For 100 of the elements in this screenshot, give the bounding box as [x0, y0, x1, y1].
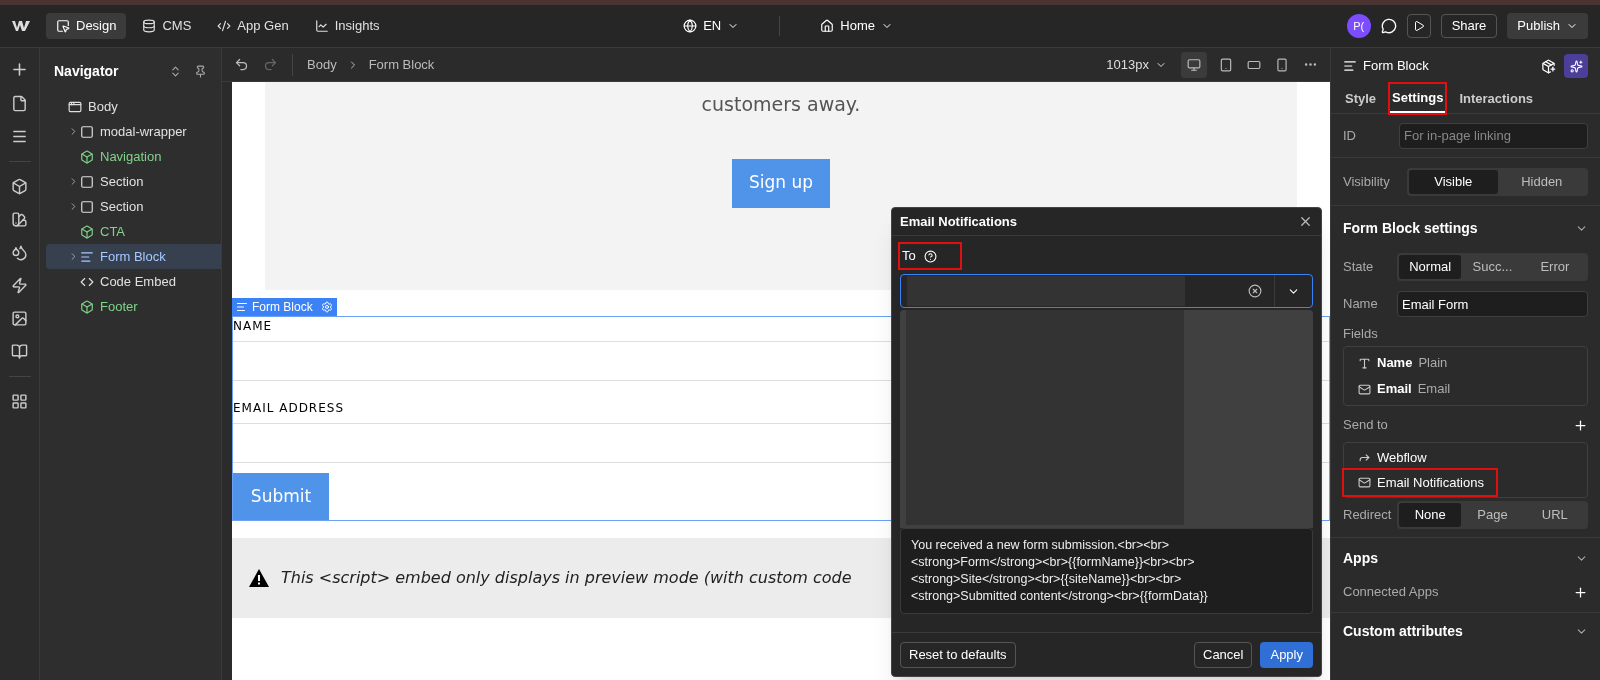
- breadcrumb-item[interactable]: Form Block: [368, 54, 435, 75]
- settings-icon[interactable]: [320, 301, 333, 313]
- layer-icon: [68, 99, 82, 114]
- id-input[interactable]: For in-page linking: [1399, 122, 1588, 149]
- destination-icon: [1358, 451, 1371, 464]
- navigator-item[interactable]: modal-wrapper: [46, 119, 221, 144]
- navigator-item[interactable]: Body: [46, 94, 221, 119]
- navigator-item[interactable]: Section: [46, 169, 221, 194]
- destination-icon: [1358, 476, 1371, 489]
- home-icon: [820, 19, 835, 33]
- undo-icon[interactable]: [234, 57, 249, 72]
- warning-icon: [249, 569, 269, 587]
- publish-button[interactable]: Publish: [1507, 13, 1588, 39]
- panel-tab[interactable]: Interactions: [1457, 84, 1536, 113]
- layer-icon: [80, 174, 94, 189]
- panel-tab[interactable]: Style: [1343, 84, 1379, 113]
- section-title: Custom attributes: [1343, 621, 1463, 641]
- component-icon[interactable]: [1541, 58, 1556, 74]
- name-input[interactable]: Email Form: [1397, 291, 1588, 317]
- monitor-icon: [1187, 57, 1201, 72]
- mode-tab[interactable]: CMS: [132, 13, 202, 39]
- segment-option[interactable]: Visible: [1409, 169, 1498, 194]
- book-icon[interactable]: [11, 343, 28, 360]
- field-type-icon: [1358, 356, 1371, 370]
- layer-icon: [80, 224, 94, 239]
- preview-button[interactable]: [1406, 14, 1431, 38]
- droplets-icon[interactable]: [11, 244, 28, 261]
- pin-icon[interactable]: [194, 64, 207, 78]
- form-icon: [236, 301, 248, 313]
- redo-icon[interactable]: [263, 57, 278, 72]
- navigator-icon[interactable]: [11, 128, 28, 145]
- cancel-button[interactable]: Cancel: [1194, 641, 1253, 668]
- segment-option[interactable]: Hidden: [1497, 169, 1586, 194]
- lightning-icon[interactable]: [11, 277, 28, 294]
- form-field-item[interactable]: Name Plain: [1344, 350, 1587, 376]
- dialog-title: Email Notifications: [900, 212, 1018, 231]
- segment-option[interactable]: Succ...: [1461, 255, 1524, 279]
- navigator-item[interactable]: Form Block: [46, 244, 221, 269]
- apply-button[interactable]: Apply: [1260, 641, 1313, 668]
- destination-item[interactable]: Webflow: [1344, 445, 1439, 470]
- mode-tab[interactable]: App Gen: [207, 13, 299, 39]
- navigator-item[interactable]: Code Embed: [46, 269, 221, 294]
- help-icon[interactable]: [923, 249, 937, 263]
- user-avatar[interactable]: P(: [1346, 14, 1371, 38]
- mode-tab[interactable]: Insights: [304, 13, 390, 39]
- segment-option[interactable]: Page: [1461, 502, 1524, 527]
- field-label: ID: [1343, 126, 1357, 145]
- share-button[interactable]: Share: [1440, 14, 1498, 38]
- notice-text: This <script> embed only displays in preview mode (with custom code: [281, 567, 852, 589]
- segment-option[interactable]: Error: [1523, 255, 1586, 279]
- to-label: To: [900, 244, 960, 268]
- collapse-icon[interactable]: [169, 64, 182, 78]
- clear-icon[interactable]: [1248, 284, 1262, 298]
- page-icon[interactable]: [11, 95, 28, 112]
- segment-option[interactable]: URL: [1523, 502, 1586, 527]
- page-selector[interactable]: Home: [820, 16, 893, 36]
- swatch-icon[interactable]: [11, 211, 28, 228]
- breadcrumb-item[interactable]: Body: [307, 54, 337, 75]
- segment-option[interactable]: Normal: [1399, 255, 1462, 279]
- reset-button[interactable]: Reset to defaults: [900, 641, 1016, 668]
- globe-icon: [683, 19, 698, 33]
- section-title: Apps: [1343, 548, 1378, 568]
- navigator-item[interactable]: Navigation: [46, 144, 221, 169]
- width-selector[interactable]: 1013px: [1106, 54, 1167, 75]
- section-title: Form Block settings: [1343, 218, 1478, 238]
- form-field-item[interactable]: Email Email: [1344, 376, 1587, 402]
- field-label: Name: [1343, 295, 1379, 314]
- layer-icon: [80, 249, 94, 264]
- tablet-icon[interactable]: [1219, 57, 1233, 72]
- panel-title: Navigator: [54, 61, 120, 81]
- language-selector[interactable]: EN: [683, 16, 740, 36]
- add-icon[interactable]: [1573, 417, 1588, 433]
- phone-icon[interactable]: [1275, 57, 1289, 72]
- add-icon[interactable]: [10, 60, 29, 79]
- desktop-view-button[interactable]: [1181, 51, 1207, 78]
- add-icon[interactable]: [1573, 584, 1588, 600]
- field-label: Visibility: [1343, 172, 1391, 191]
- segment-option[interactable]: None: [1399, 502, 1462, 527]
- element-title: Form Block: [1363, 57, 1430, 76]
- recipient-select[interactable]: [900, 274, 1313, 308]
- layer-icon: [80, 124, 94, 139]
- mode-tab[interactable]: Design: [46, 13, 127, 39]
- apps-icon[interactable]: [11, 393, 28, 410]
- cube-icon[interactable]: [11, 178, 28, 195]
- ai-assistant-button[interactable]: [1564, 54, 1588, 78]
- logo-icon[interactable]: [12, 20, 30, 32]
- element-badge[interactable]: Form Block: [232, 298, 337, 316]
- destination-item[interactable]: Email Notifications: [1344, 470, 1496, 495]
- form-icon: [1343, 59, 1357, 73]
- navigator-item[interactable]: Section: [46, 194, 221, 219]
- navigator-item[interactable]: CTA: [46, 219, 221, 244]
- panel-tab[interactable]: Settings: [1390, 84, 1446, 113]
- field-label: State: [1343, 258, 1375, 277]
- navigator-item[interactable]: Footer: [46, 294, 221, 319]
- play-icon: [1412, 20, 1425, 32]
- close-icon[interactable]: [1298, 214, 1313, 229]
- layer-icon: [80, 149, 94, 164]
- message-template[interactable]: You received a new form submission.<br><br> <strong>Form</strong><br>{{formName}}<br><br> <strong>Site</strong><br>{{siteName}}<br><br> <strong>Submitted content</strong><br>{{formData}}: [900, 528, 1313, 614]
- image-icon[interactable]: [11, 310, 28, 327]
- comment-icon[interactable]: [1380, 18, 1397, 34]
